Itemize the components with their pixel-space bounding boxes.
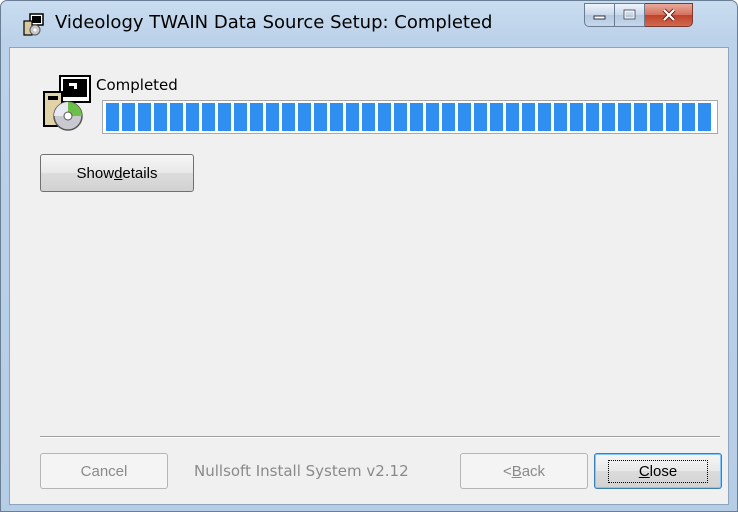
installer-window: Videology TWAIN Data Source Setup: Compl… [0, 0, 738, 512]
progress-fill [106, 103, 714, 131]
cancel-button[interactable]: Cancel [40, 453, 168, 489]
show-details-button[interactable]: Show d etails [40, 154, 194, 192]
progress-bar [102, 100, 718, 134]
back-mnemonic: B [511, 462, 522, 480]
back-label-before: < [502, 462, 512, 480]
close-button[interactable]: Close [594, 453, 722, 489]
show-details-label-before: Show [76, 164, 115, 182]
installer-body: Completed Show d etails Cancel Nullsoft I… [9, 47, 729, 505]
back-button[interactable]: < Back [460, 453, 588, 489]
maximize-button[interactable] [615, 3, 645, 27]
close-label-after: lose [649, 462, 678, 480]
back-label-after: ack [521, 462, 546, 480]
title-bar[interactable]: Videology TWAIN Data Source Setup: Compl… [1, 1, 737, 41]
footer-separator [40, 436, 720, 438]
show-details-mnemonic: d [114, 164, 123, 182]
branding-text: Nullsoft Install System v2.12 [194, 462, 409, 480]
close-icon [662, 8, 675, 22]
setup-disc-icon [43, 75, 91, 131]
close-mnemonic: C [638, 462, 650, 480]
minimize-icon [593, 15, 605, 20]
close-focus-rect: Close [607, 459, 709, 483]
installer-icon [23, 13, 44, 36]
status-label: Completed [96, 76, 178, 94]
show-details-label-after: etails [122, 164, 158, 182]
maximize-icon [623, 9, 635, 20]
window-title: Videology TWAIN Data Source Setup: Compl… [55, 12, 493, 33]
minimize-button[interactable] [584, 3, 615, 27]
close-window-button[interactable] [645, 3, 693, 27]
